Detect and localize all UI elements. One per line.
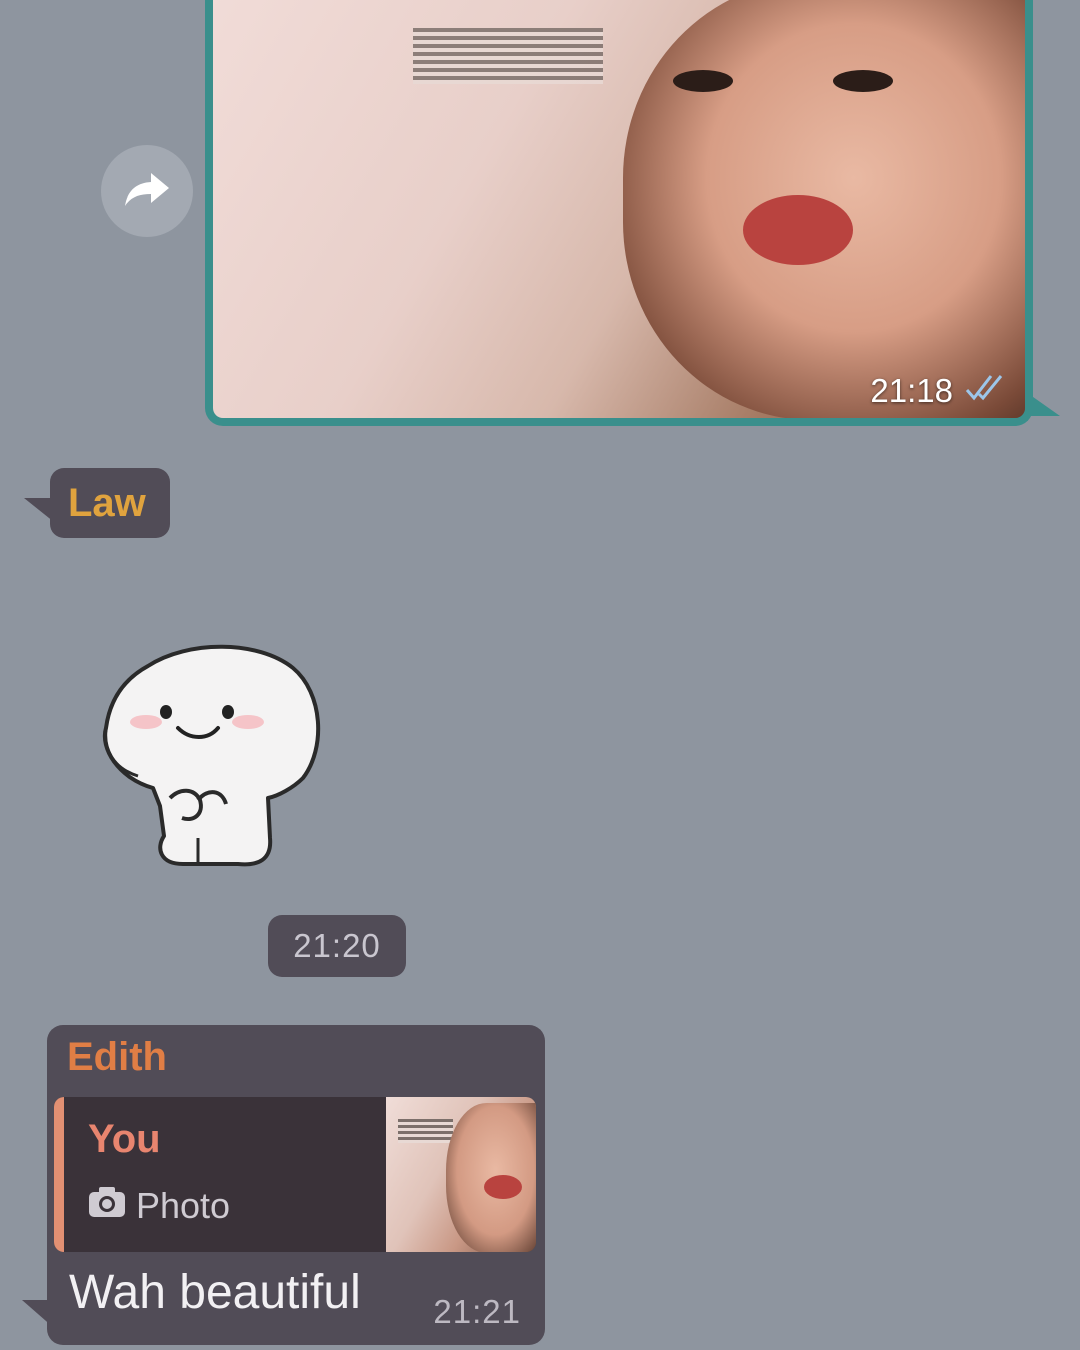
- message-meta: 21:18: [870, 372, 1007, 410]
- forward-button[interactable]: [101, 145, 193, 237]
- double-check-icon: [963, 372, 1007, 410]
- sender-name: Edith: [67, 1035, 167, 1079]
- camera-icon: [88, 1185, 126, 1227]
- bubble-tail: [1026, 392, 1060, 416]
- sender-name: Law: [68, 480, 146, 525]
- sticker-time: 21:20: [268, 915, 406, 977]
- photo-content: [673, 70, 733, 92]
- forward-arrow-icon: [123, 169, 171, 214]
- message-time: 21:20: [293, 927, 381, 964]
- smiling-blob-sticker: [102, 644, 321, 867]
- message-time: 21:18: [870, 372, 953, 409]
- message-time: 21:21: [433, 1293, 521, 1330]
- quote-accent-bar: [54, 1097, 64, 1252]
- photo-content: [484, 1175, 522, 1199]
- photo-content: [413, 28, 603, 84]
- sender-name-bubble: Law: [50, 468, 170, 538]
- photo-content: [833, 70, 893, 92]
- quoted-author: You: [88, 1117, 161, 1161]
- outgoing-photo-message[interactable]: 21:18: [205, 0, 1033, 426]
- quoted-type-label: Photo: [136, 1185, 231, 1226]
- sticker-message[interactable]: [98, 638, 328, 873]
- message-text: Wah beautiful: [69, 1266, 361, 1319]
- reply-message[interactable]: Edith You Photo Wah beautiful 21:21: [47, 1025, 545, 1345]
- quoted-photo-thumbnail: [386, 1097, 536, 1252]
- quoted-type: Photo: [88, 1185, 230, 1227]
- photo-content: [743, 195, 853, 265]
- quoted-message[interactable]: You Photo: [54, 1097, 536, 1252]
- photo-content: [398, 1119, 453, 1143]
